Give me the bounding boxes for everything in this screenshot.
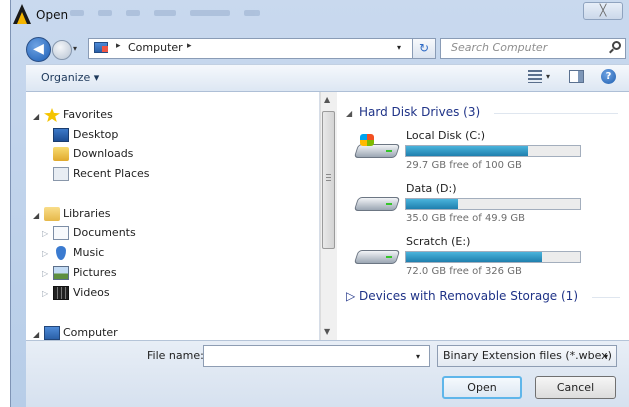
expand-pictures-icon[interactable]: ▷: [42, 269, 48, 278]
computer-icon: [44, 326, 60, 340]
refresh-button[interactable]: ↻: [412, 38, 436, 59]
file-name-dropdown-icon[interactable]: ▾: [416, 352, 420, 361]
pictures-icon: [53, 266, 69, 280]
window-title: Open: [36, 8, 69, 22]
film-icon: [53, 286, 69, 300]
nav-item-favorites[interactable]: Favorites: [63, 108, 113, 121]
expand-videos-icon[interactable]: ▷: [42, 289, 48, 298]
nav-item-pictures[interactable]: Pictures: [73, 266, 117, 279]
documents-icon: [53, 226, 69, 240]
drive-usage-bar: [405, 145, 581, 157]
nav-item-recent-places[interactable]: Recent Places: [73, 167, 150, 180]
system-drive-icon[interactable]: [353, 134, 401, 160]
file-type-dropdown-icon[interactable]: ▾: [604, 352, 608, 361]
windows-logo-icon: [360, 134, 374, 146]
drive-name[interactable]: Data (D:): [406, 182, 457, 195]
nav-item-libraries[interactable]: Libraries: [63, 207, 111, 220]
nav-item-computer[interactable]: Computer: [63, 326, 118, 339]
downloads-folder-icon: [53, 147, 69, 161]
drive-usage-fill: [406, 252, 542, 262]
group-header-removable-storage[interactable]: ▷ Devices with Removable Storage (1): [346, 289, 578, 303]
breadcrumb-separator-icon[interactable]: ▸: [116, 41, 121, 51]
expand-libraries-icon[interactable]: ◢: [33, 211, 39, 220]
cancel-button[interactable]: Cancel: [535, 376, 616, 399]
hard-drive-icon[interactable]: [353, 187, 401, 213]
forward-button[interactable]: [52, 40, 72, 60]
drive-free-space: 29.7 GB free of 100 GB: [406, 160, 522, 171]
expand-music-icon[interactable]: ▷: [42, 249, 48, 258]
group-divider: [494, 113, 618, 114]
nav-item-downloads[interactable]: Downloads: [73, 147, 133, 160]
expand-documents-icon[interactable]: ▷: [42, 229, 48, 238]
nav-item-documents[interactable]: Documents: [73, 226, 136, 239]
scroll-down-arrow-icon[interactable]: ▼: [324, 327, 330, 336]
open-button[interactable]: Open: [442, 376, 522, 399]
drive-usage-fill: [406, 199, 459, 209]
nav-item-music[interactable]: Music: [73, 246, 104, 259]
background-window-menu: [70, 10, 310, 18]
expand-favorites-icon[interactable]: ◢: [33, 112, 39, 121]
search-placeholder: Search Computer: [451, 41, 548, 54]
breadcrumb-computer[interactable]: Computer: [128, 41, 183, 54]
drive-usage-bar: [405, 198, 581, 210]
expand-computer-icon[interactable]: ◢: [33, 330, 39, 339]
group-header-hard-disk-drives[interactable]: Hard Disk Drives (3): [359, 105, 480, 119]
preview-pane-icon[interactable]: [569, 70, 584, 83]
scroll-up-arrow-icon[interactable]: ▲: [324, 95, 330, 104]
address-dropdown-icon[interactable]: ▾: [397, 43, 401, 52]
back-button[interactable]: ◀: [26, 37, 51, 62]
views-dropdown-icon[interactable]: ▾: [546, 72, 550, 81]
recent-places-icon: [53, 167, 69, 181]
organize-button[interactable]: Organize ▾: [41, 71, 99, 84]
recent-pages-dropdown-icon[interactable]: ▾: [73, 44, 77, 53]
drive-name[interactable]: Local Disk (C:): [406, 129, 485, 142]
desktop-icon: [53, 128, 69, 142]
nav-item-videos[interactable]: Videos: [73, 286, 110, 299]
drive-usage-fill: [406, 146, 529, 156]
file-type-value: Binary Extension files (*.wbex): [443, 349, 612, 362]
drive-free-space: 35.0 GB free of 49.9 GB: [406, 213, 525, 224]
drive-name[interactable]: Scratch (E:): [406, 235, 470, 248]
drive-usage-bar: [405, 251, 581, 263]
close-button[interactable]: ╳: [583, 2, 623, 20]
libraries-icon: [44, 207, 60, 221]
change-view-icon[interactable]: [528, 70, 542, 83]
nav-item-desktop[interactable]: Desktop: [73, 128, 118, 141]
file-name-input[interactable]: [203, 345, 430, 367]
group-divider: [592, 297, 620, 298]
computer-icon-badge: [102, 46, 108, 52]
collapse-group-icon[interactable]: ◢: [346, 109, 352, 118]
drive-free-space: 72.0 GB free of 326 GB: [406, 266, 522, 277]
file-name-label: File name:: [147, 349, 204, 362]
hard-drive-icon[interactable]: [353, 240, 401, 266]
breadcrumb-separator-icon[interactable]: ▸: [187, 41, 192, 51]
help-icon[interactable]: ?: [601, 69, 616, 84]
scrollbar-grip-icon: [326, 174, 331, 181]
